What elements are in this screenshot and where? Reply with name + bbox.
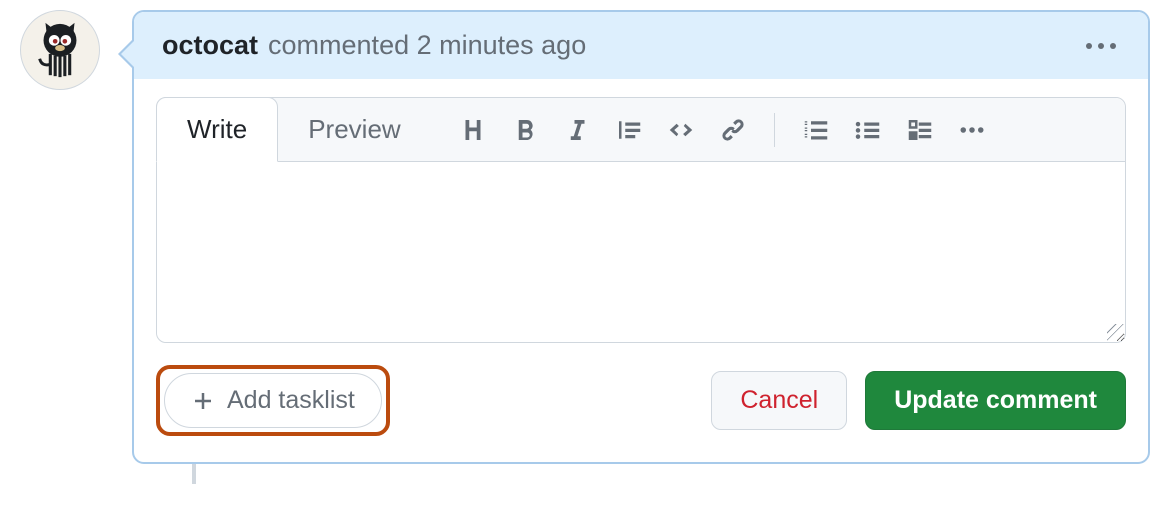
add-tasklist-button[interactable]: Add tasklist (164, 373, 382, 428)
formatting-toolbar (432, 111, 1125, 149)
comment-header: octocat commented 2 minutes ago (134, 12, 1148, 79)
task-list-icon[interactable] (901, 111, 939, 149)
octocat-icon (29, 19, 91, 81)
plus-icon (191, 389, 215, 413)
ordered-list-icon[interactable] (797, 111, 835, 149)
update-comment-button[interactable]: Update comment (865, 371, 1126, 430)
link-icon[interactable] (714, 111, 752, 149)
add-tasklist-highlight: Add tasklist (156, 365, 390, 436)
cancel-label: Cancel (740, 386, 818, 415)
italic-icon[interactable] (558, 111, 596, 149)
comment-bubble: octocat commented 2 minutes ago Write Pr… (132, 10, 1150, 464)
comment-author[interactable]: octocat (162, 30, 258, 61)
add-tasklist-label: Add tasklist (227, 386, 355, 415)
quote-icon[interactable] (610, 111, 648, 149)
heading-icon[interactable] (454, 111, 492, 149)
update-label: Update comment (894, 386, 1097, 415)
comment-editor: Write Preview (156, 97, 1126, 343)
comment-meta: commented 2 minutes ago (268, 30, 586, 61)
code-icon[interactable] (662, 111, 700, 149)
comment-textarea[interactable] (157, 162, 1125, 342)
tab-write[interactable]: Write (156, 97, 278, 162)
bold-icon[interactable] (506, 111, 544, 149)
unordered-list-icon[interactable] (849, 111, 887, 149)
more-icon[interactable] (953, 111, 991, 149)
cancel-button[interactable]: Cancel (711, 371, 847, 430)
tab-preview[interactable]: Preview (278, 98, 431, 161)
comment-actions-menu[interactable] (1082, 37, 1120, 55)
avatar[interactable] (20, 10, 100, 90)
timeline-connector (192, 464, 196, 484)
toolbar-separator (774, 113, 775, 147)
editor-tabbar: Write Preview (157, 98, 1125, 162)
